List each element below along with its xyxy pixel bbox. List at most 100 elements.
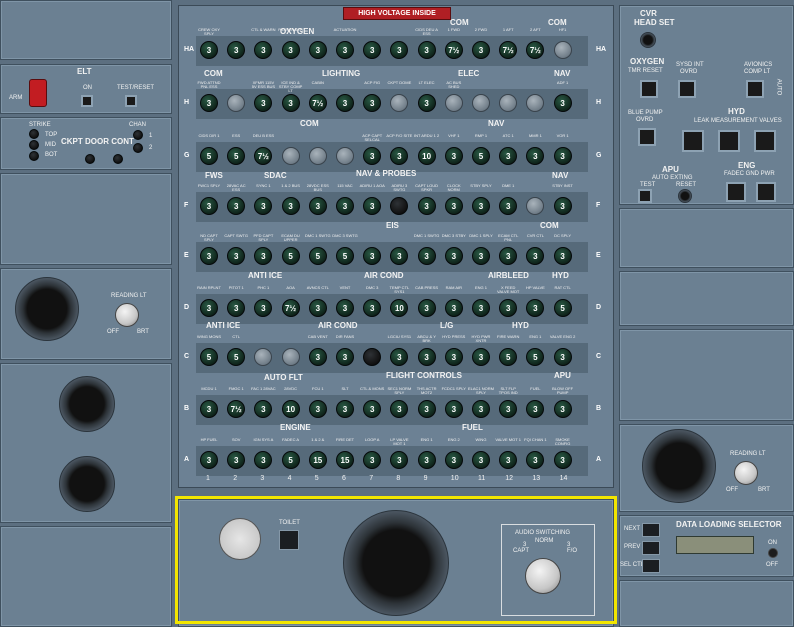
circuit-breaker-d-4[interactable]: 7½ [281, 299, 300, 317]
apu-test-button[interactable] [638, 189, 652, 203]
circuit-breaker-g-9[interactable]: 10 [417, 147, 436, 165]
circuit-breaker-f-11[interactable]: 3 [472, 197, 490, 215]
eng-2-fadec-gnd-pwr[interactable] [756, 182, 776, 202]
circuit-breaker-d-1[interactable]: 3 [200, 299, 218, 317]
circuit-breaker-ha-11[interactable]: 3 [472, 41, 490, 59]
circuit-breaker-ha-6[interactable]: 3 [336, 41, 354, 59]
circuit-breaker-h-1[interactable]: 3 [200, 94, 218, 112]
circuit-breaker-f-1[interactable]: 3 [200, 197, 218, 215]
circuit-breaker-h-9[interactable]: 3 [417, 94, 436, 112]
circuit-breaker-g-6[interactable] [336, 147, 354, 165]
avionics-comp-lt-button[interactable] [746, 80, 764, 98]
left-reading-lt-off: OFF [107, 329, 119, 335]
circuit-breaker-b-11[interactable]: 3 [472, 400, 490, 418]
circuit-breaker-e-6[interactable]: 5 [336, 247, 354, 265]
circuit-breaker-e-10[interactable]: 3 [444, 247, 463, 265]
circuit-breaker-c-9[interactable]: 3 [417, 348, 436, 366]
dls-power-switch[interactable] [768, 548, 778, 558]
next-button[interactable] [642, 523, 660, 537]
circuit-breaker-d-5[interactable]: 3 [308, 299, 327, 317]
circuit-breaker-c-4[interactable] [281, 348, 300, 366]
cvr-headset-jack[interactable] [640, 32, 656, 48]
circuit-breaker-e-11[interactable]: 3 [472, 247, 490, 265]
circuit-breaker-a-10[interactable]: 3 [444, 451, 463, 469]
circuit-breaker-h-6[interactable]: 3 [336, 94, 354, 112]
circuit-breaker-g-11[interactable]: 5 [472, 147, 490, 165]
hyd-leak-valve-y[interactable] [754, 130, 776, 152]
oxygen-tmr-reset-button[interactable] [640, 80, 658, 98]
left-reading-lt-knob[interactable] [115, 303, 139, 327]
circuit-breaker-d-10[interactable]: 3 [444, 299, 463, 317]
eng-1-fadec-gnd-pwr[interactable] [726, 182, 746, 202]
elt-guarded-switch[interactable] [29, 79, 47, 107]
circuit-breaker-a-9[interactable]: 3 [417, 451, 436, 469]
circuit-breaker-f-14[interactable]: 3 [553, 197, 572, 215]
circuit-breaker-b-9[interactable]: 3 [417, 400, 436, 418]
circuit-breaker-a-1[interactable]: 3 [200, 451, 218, 469]
left-port-lower[interactable] [59, 456, 115, 512]
circuit-breaker-g-5[interactable] [308, 147, 327, 165]
right-headset-port[interactable] [642, 429, 716, 503]
circuit-breaker-c-11[interactable]: 3 [472, 348, 490, 366]
circuit-breaker-c-6[interactable]: 3 [336, 348, 354, 366]
circuit-breaker-d-6[interactable]: 3 [336, 299, 354, 317]
circuit-breaker-c-14[interactable]: 3 [553, 348, 572, 366]
circuit-breaker-e-5[interactable]: 5 [308, 247, 327, 265]
blue-pump-ovrd-button[interactable] [638, 128, 656, 146]
circuit-breaker-f-5[interactable]: 3 [308, 197, 327, 215]
circuit-breaker-e-4[interactable]: 5 [281, 247, 300, 265]
circuit-breaker-f-9[interactable]: 3 [417, 197, 436, 215]
circuit-breaker-b-6[interactable]: 3 [336, 400, 354, 418]
circuit-breaker-b-1[interactable]: 3 [200, 400, 218, 418]
circuit-breaker-e-14[interactable]: 3 [553, 247, 572, 265]
circuit-breaker-ha-9[interactable]: 3 [417, 41, 436, 59]
circuit-breaker-b-10[interactable]: 3 [444, 400, 463, 418]
circuit-breaker-ha-5[interactable]: 3 [308, 41, 327, 59]
circuit-breaker-ha-10[interactable]: 7½ [444, 41, 463, 59]
right-reading-lt-knob[interactable] [734, 461, 758, 485]
circuit-breaker-d-14[interactable]: 5 [553, 299, 572, 317]
circuit-breaker-a-5[interactable]: 15 [308, 451, 327, 469]
circuit-breaker-c-10[interactable]: 3 [444, 348, 463, 366]
circuit-breaker-b-14[interactable]: 3 [553, 400, 572, 418]
strike-bot-label: BOT [45, 152, 58, 158]
elt-on-switch[interactable] [81, 95, 93, 107]
circuit-breaker-f-10[interactable]: 3 [444, 197, 463, 215]
prev-button[interactable] [642, 541, 660, 555]
circuit-breaker-f-6[interactable]: 3 [336, 197, 354, 215]
circuit-breaker-d-9[interactable]: 3 [417, 299, 436, 317]
circuit-breaker-g-4[interactable] [281, 147, 300, 165]
sel-ctl-button[interactable] [642, 559, 660, 573]
elt-test-reset-button[interactable] [125, 95, 137, 107]
left-headset-port[interactable] [15, 277, 79, 341]
apu-reset-button[interactable] [678, 189, 692, 203]
hyd-leak-valve-g[interactable] [718, 130, 740, 152]
circuit-breaker-h-14[interactable]: 3 [553, 94, 572, 112]
circuit-breaker-d-11[interactable]: 3 [472, 299, 490, 317]
circuit-breaker-g-14[interactable]: 3 [553, 147, 572, 165]
circuit-breaker-h-10[interactable] [444, 94, 463, 112]
circuit-breaker-c-1[interactable]: 5 [200, 348, 218, 366]
circuit-breaker-ha-4[interactable]: 3 [281, 41, 300, 59]
hyd-leak-valve-b[interactable] [682, 130, 704, 152]
circuit-breaker-ha-1[interactable]: 3 [200, 41, 218, 59]
sysd-int-ovrd-button[interactable] [678, 80, 696, 98]
circuit-breaker-f-4[interactable]: 3 [281, 197, 300, 215]
circuit-breaker-a-11[interactable]: 3 [472, 451, 490, 469]
circuit-breaker-a-4[interactable]: 5 [281, 451, 300, 469]
circuit-breaker-h-11[interactable] [472, 94, 490, 112]
left-port-upper[interactable] [59, 376, 115, 432]
circuit-breaker-e-9[interactable]: 3 [417, 247, 436, 265]
circuit-breaker-g-1[interactable]: 5 [200, 147, 218, 165]
circuit-breaker-h-4[interactable]: 3 [281, 94, 300, 112]
circuit-breaker-ha-14[interactable] [553, 41, 572, 59]
circuit-breaker-b-5[interactable]: 3 [308, 400, 327, 418]
circuit-breaker-e-1[interactable]: 3 [200, 247, 218, 265]
circuit-breaker-g-10[interactable]: 3 [444, 147, 463, 165]
circuit-breaker-c-5[interactable]: 3 [308, 348, 327, 366]
circuit-breaker-a-14[interactable]: 3 [553, 451, 572, 469]
circuit-breaker-h-5[interactable]: 7½ [308, 94, 327, 112]
circuit-breaker-a-6[interactable]: 15 [336, 451, 354, 469]
circuit-breaker-b-4[interactable]: 10 [281, 400, 300, 418]
breaker-label: CABIN [311, 80, 324, 85]
